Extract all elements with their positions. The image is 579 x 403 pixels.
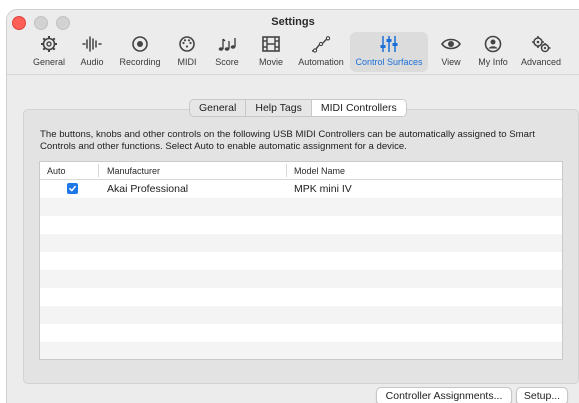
toolbar-label: MIDI: [177, 57, 197, 67]
table-row: [40, 306, 562, 324]
automation-curve-icon: [311, 36, 331, 53]
table-row[interactable]: Akai Professional MPK mini IV: [40, 180, 562, 198]
faders-icon: [380, 36, 398, 52]
toolbar-automation[interactable]: Automation: [294, 32, 348, 72]
table-row: [40, 234, 562, 252]
setup-button[interactable]: Setup...: [516, 387, 568, 403]
tab-bar: General Help Tags MIDI Controllers: [189, 99, 407, 117]
table-row: [40, 288, 562, 306]
checkmark-icon: [69, 185, 76, 192]
toolbar-label: General: [32, 57, 66, 67]
table-row: [40, 270, 562, 288]
music-notes-icon: [218, 38, 236, 51]
table-header: Auto Manufacturer Model Name: [40, 162, 562, 180]
controller-assignments-button[interactable]: Controller Assignments...: [376, 387, 512, 403]
toolbar-midi[interactable]: MIDI: [171, 32, 203, 72]
column-divider: [98, 164, 99, 177]
toolbar: General Audio Recording MIDI Score Movie: [7, 32, 579, 72]
column-header-manufacturer[interactable]: Manufacturer: [107, 166, 160, 176]
table-body: Akai Professional MPK mini IV: [40, 180, 562, 359]
person-icon: [484, 35, 502, 53]
toolbar-score[interactable]: Score: [210, 32, 244, 72]
toolbar-label: Automation: [298, 57, 344, 67]
record-icon: [132, 36, 148, 52]
toolbar-label: Advanced: [520, 57, 562, 67]
column-header-model-name[interactable]: Model Name: [294, 166, 345, 176]
table-row: [40, 216, 562, 234]
toolbar-control-surfaces[interactable]: Control Surfaces: [350, 32, 428, 72]
tab-help-tags[interactable]: Help Tags: [246, 100, 312, 116]
gear-icon: [41, 36, 57, 52]
description-text: The buttons, knobs and other controls on…: [40, 129, 535, 152]
table-row: [40, 324, 562, 342]
auto-checkbox[interactable]: [67, 183, 78, 194]
column-header-auto[interactable]: Auto: [47, 166, 66, 176]
table-row: [40, 342, 562, 359]
window-title: Settings: [271, 16, 315, 28]
tab-midi-controllers[interactable]: MIDI Controllers: [311, 100, 406, 116]
gears-icon: [532, 36, 551, 53]
toolbar-label: My Info: [478, 57, 508, 67]
toolbar-recording[interactable]: Recording: [115, 32, 165, 72]
settings-window: Settings General Audio Recording MIDI Sc…: [7, 10, 579, 403]
waveform-icon: [82, 36, 102, 52]
midi-controllers-table[interactable]: Auto Manufacturer Model Name Akai Profes…: [39, 161, 563, 360]
toolbar-advanced[interactable]: Advanced: [517, 32, 565, 72]
film-icon: [262, 36, 280, 52]
content-area: General Help Tags MIDI Controllers The b…: [7, 75, 579, 403]
eye-icon: [441, 38, 461, 50]
toolbar-label: Audio: [80, 57, 104, 67]
toolbar-label: Recording: [119, 57, 161, 67]
toolbar-label: Control Surfaces: [355, 57, 423, 67]
toolbar-view[interactable]: View: [435, 32, 467, 72]
column-divider: [286, 164, 287, 177]
toolbar-label: View: [441, 57, 461, 67]
tab-general[interactable]: General: [190, 100, 247, 116]
toolbar-general[interactable]: General: [29, 32, 69, 72]
midi-port-icon: [179, 36, 195, 52]
titlebar: Settings General Audio Recording MIDI Sc…: [7, 10, 579, 75]
toolbar-label: Score: [215, 57, 239, 67]
toolbar-label: Movie: [258, 57, 283, 67]
toolbar-audio[interactable]: Audio: [75, 32, 109, 72]
table-row: [40, 252, 562, 270]
manufacturer-cell: Akai Professional: [107, 183, 189, 195]
table-row: [40, 198, 562, 216]
model-name-cell: MPK mini IV: [294, 183, 352, 195]
toolbar-movie[interactable]: Movie: [254, 32, 288, 72]
toolbar-my-info[interactable]: My Info: [474, 32, 512, 72]
